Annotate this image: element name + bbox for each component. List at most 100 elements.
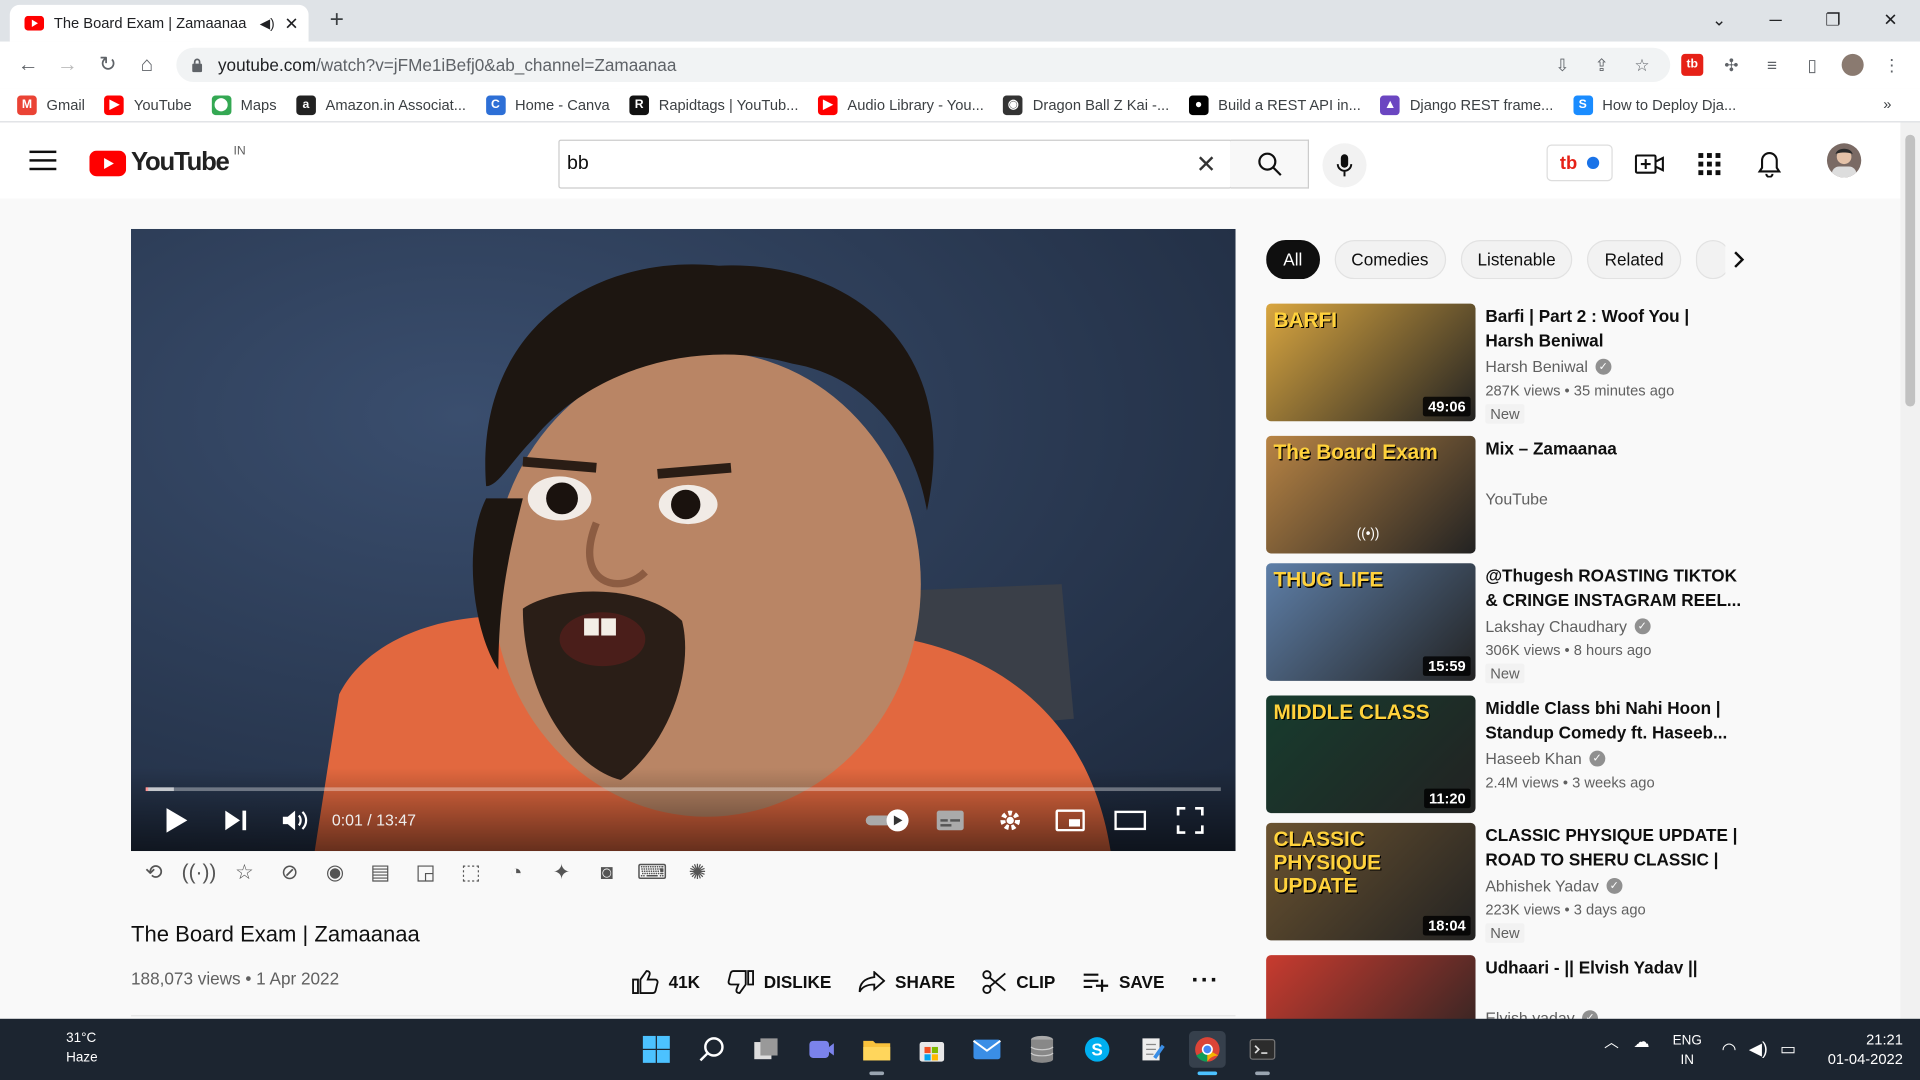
settings-gear-icon[interactable]: [994, 804, 1026, 836]
tab-close-icon[interactable]: ✕: [284, 13, 298, 34]
chrome-icon[interactable]: [1188, 1031, 1226, 1076]
chip-related[interactable]: Related: [1587, 240, 1681, 280]
minimize-button[interactable]: ─: [1762, 7, 1789, 31]
teams-chat-icon[interactable]: [803, 1031, 840, 1068]
recommendation-item[interactable]: CLASSIC PHYSIQUE UPDATE 18:04 CLASSIC PHYS…: [1266, 822, 1756, 943]
bookmark-item[interactable]: M Gmail: [17, 94, 85, 115]
like-button[interactable]: 41K: [632, 969, 700, 994]
recommendation-title[interactable]: @Thugesh ROASTING TIKTOK & CRINGE INSTAG…: [1485, 563, 1742, 612]
tubebuddy-extension-icon[interactable]: tb: [1681, 53, 1704, 76]
clear-search-icon[interactable]: ✕: [1182, 141, 1231, 188]
chip-listenable[interactable]: Listenable: [1460, 240, 1573, 280]
language-indicator[interactable]: ENG IN: [1673, 1031, 1702, 1070]
search-box[interactable]: bb ✕: [558, 139, 1232, 189]
recommendation-title[interactable]: Barfi | Part 2 : Woof You | Harsh Beniwa…: [1485, 304, 1742, 353]
search-input[interactable]: bb: [567, 153, 1182, 175]
chip-more[interactable]: [1695, 240, 1726, 280]
size-dashed-icon[interactable]: ⬚: [456, 860, 487, 887]
recommendation-title[interactable]: Udhaari - || Elvish Yadav ||: [1485, 955, 1742, 979]
onedrive-icon[interactable]: ☁: [1634, 1032, 1650, 1052]
forward-arrow-icon[interactable]: →: [54, 51, 81, 78]
weather-widget[interactable]: 31°C Haze: [24, 1029, 98, 1068]
miniplayer-icon[interactable]: [1054, 804, 1086, 836]
volume-icon[interactable]: [279, 804, 311, 836]
bookmark-item[interactable]: C Home - Canva: [485, 94, 610, 115]
side-panel-icon[interactable]: ▯: [1801, 54, 1823, 76]
profile-avatar[interactable]: [1841, 53, 1864, 76]
theater-mode-icon[interactable]: [1114, 804, 1147, 836]
show-hidden-icons-icon[interactable]: ︿: [1604, 1031, 1619, 1052]
save-button[interactable]: SAVE: [1082, 972, 1164, 991]
file-explorer-icon[interactable]: [858, 1031, 895, 1076]
recommendation-item[interactable]: The Board Exam ((•)) Mix – Zamaanaa YouTube: [1266, 435, 1756, 554]
page-scrollbar[interactable]: [1900, 122, 1920, 1019]
video-thumbnail[interactable]: MIDDLE CLASS 11:20: [1266, 695, 1476, 814]
tubebuddy-header-button[interactable]: tb: [1546, 144, 1613, 182]
cinema-icon[interactable]: ▤: [365, 860, 396, 887]
skype-icon[interactable]: S: [1079, 1031, 1116, 1068]
channel-name[interactable]: YouTube: [1485, 490, 1548, 508]
chip-all[interactable]: All: [1266, 240, 1320, 280]
taskbar-search-icon[interactable]: [693, 1031, 730, 1068]
account-avatar[interactable]: [1826, 143, 1862, 178]
notepad-icon[interactable]: [1134, 1031, 1171, 1068]
tab-search-icon[interactable]: ⌄: [1706, 7, 1733, 31]
address-bar[interactable]: youtube.com/watch?v=jFMe1iBefj0&ab_chann…: [176, 47, 1671, 83]
store-icon[interactable]: [913, 1031, 950, 1068]
bookmark-item[interactable]: ● Build a REST API in...: [1188, 94, 1361, 115]
autoplay-toggle[interactable]: [863, 804, 912, 836]
play-icon[interactable]: [160, 804, 192, 836]
recommendation-item[interactable]: MIDDLE CLASS 11:20 Middle Class bhi Nahi H…: [1266, 695, 1756, 814]
share-button[interactable]: SHARE: [858, 970, 955, 992]
recommendation-title[interactable]: CLASSIC PHYSIQUE UPDATE | ROAD TO SHERU …: [1485, 823, 1742, 874]
clip-button[interactable]: CLIP: [982, 969, 1055, 994]
chips-next-icon[interactable]: [1724, 245, 1753, 274]
visibility-icon[interactable]: ◉: [320, 860, 351, 887]
start-windows-icon[interactable]: [638, 1031, 675, 1068]
database-icon[interactable]: [1024, 1031, 1061, 1068]
voice-search-button[interactable]: [1322, 143, 1367, 188]
recommendation-item[interactable]: BARFI 49:06 Barfi | Part 2 : Woof You | Ha…: [1266, 303, 1756, 424]
youtube-logo[interactable]: YouTube IN: [89, 144, 246, 177]
back-arrow-icon[interactable]: ←: [15, 51, 42, 78]
extensions-puzzle-icon[interactable]: ✣: [1720, 54, 1742, 76]
bookmarks-overflow-icon[interactable]: »: [1883, 96, 1891, 113]
bookmark-item[interactable]: a Amazon.in Associat...: [296, 94, 466, 115]
recommendation-title[interactable]: Mix – Zamaanaa: [1485, 436, 1742, 460]
channel-name[interactable]: Haseeb Khan ✓: [1485, 749, 1606, 768]
video-thumbnail[interactable]: CLASSIC PHYSIQUE UPDATE 18:04: [1266, 822, 1476, 941]
video-thumbnail[interactable]: THUG LIFE 15:59: [1266, 563, 1476, 681]
enhancer-settings-icon[interactable]: ✺: [682, 860, 713, 887]
install-icon[interactable]: ⇩: [1551, 54, 1573, 76]
apps-grid-icon[interactable]: [1695, 149, 1724, 178]
terminal-icon[interactable]: [1244, 1031, 1281, 1076]
progress-bar[interactable]: [145, 787, 1221, 792]
mail-icon[interactable]: [969, 1031, 1006, 1068]
dislike-button[interactable]: DISLIKE: [727, 969, 831, 994]
notifications-bell-icon[interactable]: [1755, 149, 1784, 178]
close-window-button[interactable]: ✕: [1877, 7, 1904, 31]
fullscreen-icon[interactable]: [1174, 804, 1206, 836]
browser-menu-icon[interactable]: ⋮: [1881, 54, 1903, 76]
channel-name[interactable]: Abhishek Yadav ✓: [1485, 877, 1623, 895]
scrollbar-thumb[interactable]: [1905, 134, 1916, 407]
star-icon[interactable]: ☆: [229, 860, 260, 887]
reload-icon[interactable]: ↻: [94, 51, 121, 78]
keyboard-icon[interactable]: ⌨: [637, 860, 668, 887]
speed-icon[interactable]: ◔: [501, 860, 532, 887]
tab-audio-icon[interactable]: ◀): [260, 15, 275, 32]
channel-name[interactable]: Harsh Beniwal ✓: [1485, 358, 1612, 376]
recommendation-title[interactable]: Middle Class bhi Nahi Hoon | Standup Com…: [1485, 696, 1742, 745]
aspect-ratio-icon[interactable]: ◲: [410, 860, 441, 887]
loop-icon[interactable]: ⟲: [138, 860, 169, 887]
network-volume-battery[interactable]: ◠ ◀) ▭: [1722, 1038, 1797, 1059]
video-player[interactable]: 0:01 / 13:47: [131, 228, 1236, 852]
bookmark-item[interactable]: R Rapidtags | YouTub...: [629, 94, 798, 115]
bookmark-item[interactable]: ▲ Django REST frame...: [1380, 94, 1553, 115]
broadcast-icon[interactable]: ((·)): [182, 860, 217, 887]
menu-hamburger-icon[interactable]: [29, 147, 58, 174]
home-icon[interactable]: ⌂: [133, 51, 160, 78]
bookmark-item[interactable]: ▶ YouTube: [104, 94, 192, 115]
search-button[interactable]: [1230, 139, 1309, 189]
new-tab-button[interactable]: +: [321, 6, 353, 35]
